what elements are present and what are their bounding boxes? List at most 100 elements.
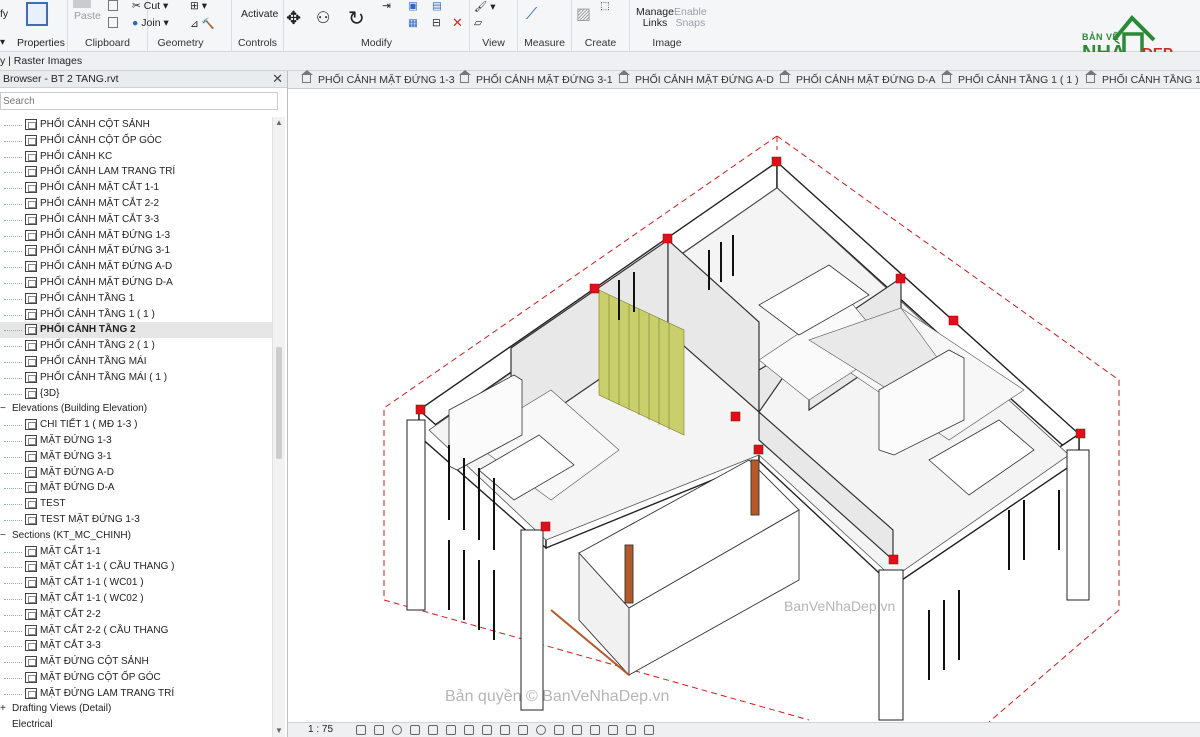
enable-snaps-button[interactable]: Enable Snaps (674, 7, 707, 29)
scrollbar-thumb[interactable] (276, 347, 282, 459)
browser-group[interactable]: − Elevations (Building Elevation) (0, 401, 272, 417)
browser-view-item[interactable]: PHỐI CẢNH TẦNG 2 (0, 322, 272, 339)
expand-icon[interactable]: + (0, 701, 6, 717)
browser-view-item[interactable]: MẶT CẮT 1-1 ( WC02 ) (0, 591, 272, 607)
view-tab[interactable]: PHỐI CẢNH MẶT ĐỨNG 3-1 (459, 70, 613, 89)
override-graphics-icon[interactable]: 🖌 ▾ (474, 0, 496, 13)
browser-view-item[interactable]: {3D} (0, 386, 272, 402)
view-properties-icon[interactable] (626, 725, 636, 735)
move-icon[interactable]: ✥ (286, 8, 301, 29)
highlight-displacement-icon[interactable] (572, 725, 582, 735)
sun-path-icon[interactable] (392, 725, 402, 735)
browser-view-item[interactable]: PHỐI CẢNH MẶT ĐỨNG 1-3 (0, 228, 272, 244)
close-icon[interactable]: ✕ (272, 71, 283, 87)
browser-view-item[interactable]: MẶT ĐỨNG LAM TRANG TRÍ (0, 686, 272, 702)
browser-view-item[interactable]: PHỐI CẢNH MẶT CẮT 3-3 (0, 212, 272, 228)
align-icon[interactable]: ⇥ (382, 0, 391, 12)
view-tab[interactable]: PHỐI CẢNH MẶT ĐỨNG A-D (618, 70, 774, 89)
cut-button[interactable]: ✂ Cut ▾ (132, 0, 168, 12)
settings-icon[interactable] (644, 725, 654, 735)
browser-view-item[interactable]: MẶT ĐỨNG D-A (0, 480, 272, 496)
lock-view-icon[interactable] (482, 725, 492, 735)
browser-scrollbar[interactable]: ▲ ▼ (272, 117, 285, 737)
match-properties-icon[interactable] (108, 17, 118, 28)
browser-view-item[interactable]: TEST MẶT ĐỨNG 1-3 (0, 512, 272, 528)
copy-elements-icon[interactable]: ⚇ (316, 8, 330, 28)
browser-view-item[interactable]: PHỐI CẢNH KC (0, 149, 272, 165)
collapse-icon[interactable]: − (0, 528, 6, 544)
worksharing-icon[interactable] (608, 725, 618, 735)
visual-style-icon[interactable] (374, 725, 384, 735)
browser-view-item[interactable]: PHỐI CẢNH MẶT CẮT 1-1 (0, 180, 272, 196)
view-tab[interactable]: PHỐI CẢNH TẦNG 1 ( 1 ) (941, 70, 1079, 89)
rotate-icon[interactable]: ↻ (348, 6, 365, 31)
browser-view-item[interactable]: PHỐI CẢNH MẶT ĐỨNG D-A (0, 275, 272, 291)
browser-group[interactable]: + Drafting Views (Detail) (0, 701, 272, 717)
browser-view-item[interactable]: PHỐI CẢNH MẶT ĐỨNG A-D (0, 259, 272, 275)
browser-view-item[interactable]: MẶT ĐỨNG 3-1 (0, 449, 272, 465)
manage-links-button[interactable]: Manage Links (636, 7, 674, 29)
browser-view-item[interactable]: MẶT ĐỨNG A-D (0, 465, 272, 481)
paste-button[interactable]: Paste (74, 10, 101, 22)
show-crop-icon[interactable] (464, 725, 474, 735)
browser-view-item[interactable]: CHI TIẾT 1 ( MĐ 1-3 ) (0, 417, 272, 433)
browser-view-item[interactable]: MẶT ĐỨNG 1-3 (0, 433, 272, 449)
browser-view-item[interactable]: PHỐI CẢNH LAM TRANG TRÍ (0, 164, 272, 180)
browser-view-item[interactable]: PHỐI CẢNH MẶT CẮT 2-2 (0, 196, 272, 212)
render-icon[interactable] (428, 725, 438, 735)
browser-view-item[interactable]: PHỐI CẢNH TẦNG MÁI (0, 354, 272, 370)
delete-icon[interactable]: ✕ (452, 15, 463, 31)
browser-view-item[interactable]: MẶT ĐỨNG CỘT SẢNH (0, 654, 272, 670)
browser-view-item[interactable]: PHỐI CẢNH CỘT SẢNH (0, 117, 272, 133)
browser-view-item[interactable]: PHỐI CẢNH TẦNG 1 (0, 291, 272, 307)
shadows-icon[interactable] (410, 725, 420, 735)
paint-icon[interactable]: ⊿ 🔨 (190, 17, 215, 30)
view-tab[interactable]: PHỐI CẢNH MẶT ĐỨNG 1-3 (301, 70, 455, 89)
create-part-icon[interactable]: ▨ (576, 4, 591, 24)
pin-icon[interactable]: ▤ (432, 0, 442, 12)
browser-view-item[interactable]: MẶT CẮT 2-2 ( CẦU THANG (0, 623, 272, 639)
reveal-constraints-icon[interactable] (590, 725, 600, 735)
analytical-model-icon[interactable] (554, 725, 564, 735)
scroll-down-icon[interactable]: ▼ (275, 726, 283, 735)
join-button[interactable]: ● Join ▾ (132, 17, 169, 29)
browser-view-item[interactable]: PHỐI CẢNH CỘT ỐP GÓC (0, 133, 272, 149)
activate-button[interactable]: Activate (241, 8, 278, 20)
create-group-icon[interactable]: ⬚ (600, 0, 610, 12)
mirror-icon[interactable]: ▣ (408, 0, 418, 12)
browser-search-input[interactable] (0, 92, 278, 110)
browser-view-item[interactable]: PHỐI CẢNH TẦNG MÁI ( 1 ) (0, 370, 272, 386)
reveal-hidden-icon[interactable] (518, 725, 528, 735)
scroll-up-icon[interactable]: ▲ (275, 118, 283, 127)
chevron-down-icon[interactable]: ▾ (0, 37, 5, 48)
isometric-house-model[interactable] (289, 90, 1200, 722)
view-tab[interactable]: PHỐI CẢNH MẶT ĐỨNG D-A (779, 70, 935, 89)
browser-view-item[interactable]: MẶT CẮT 2-2 (0, 607, 272, 623)
browser-view-item[interactable]: TEST (0, 496, 272, 512)
detail-level-icon[interactable] (356, 725, 366, 735)
wall-joins-icon[interactable]: ⊞ ▾ (190, 0, 207, 12)
split-icon[interactable]: ⊟ (432, 17, 441, 29)
paste-icon[interactable] (73, 0, 91, 8)
collapse-icon[interactable]: − (0, 401, 6, 417)
measure-icon[interactable]: ⟋ (526, 6, 537, 24)
hide-icon[interactable]: ▱ (474, 17, 482, 29)
browser-view-item[interactable]: PHỐI CẢNH MẶT ĐỨNG 3-1 (0, 243, 272, 259)
view-scale[interactable]: 1 : 75 (308, 723, 333, 737)
browser-view-item[interactable]: MẶT CẮT 1-1 (0, 544, 272, 560)
temporary-hide-icon[interactable] (500, 725, 510, 735)
properties-icon[interactable] (26, 2, 48, 26)
properties-button[interactable]: Properties (17, 37, 65, 49)
browser-group[interactable]: − Sections (KT_MC_CHINH) (0, 528, 272, 544)
array-icon[interactable]: ▦ (408, 17, 418, 29)
browser-view-item[interactable]: PHỐI CẢNH TẦNG 2 ( 1 ) (0, 338, 272, 354)
bulb-icon[interactable] (536, 725, 546, 735)
browser-group[interactable]: Electrical (0, 717, 272, 733)
crop-view-icon[interactable] (446, 725, 456, 735)
browser-view-item[interactable]: MẶT CẮT 1-1 ( WC01 ) (0, 575, 272, 591)
browser-view-item[interactable]: MẶT CẮT 3-3 (0, 638, 272, 654)
browser-view-item[interactable]: PHỐI CẢNH TẦNG 1 ( 1 ) (0, 307, 272, 323)
copy-icon[interactable] (108, 0, 118, 11)
view-canvas[interactable]: BanVeNhaDep.vn Bản quyền © BanVeNhaDep.v… (289, 90, 1200, 722)
view-tab[interactable]: PHỐI CẢNH TẦNG 1 (1085, 70, 1200, 89)
